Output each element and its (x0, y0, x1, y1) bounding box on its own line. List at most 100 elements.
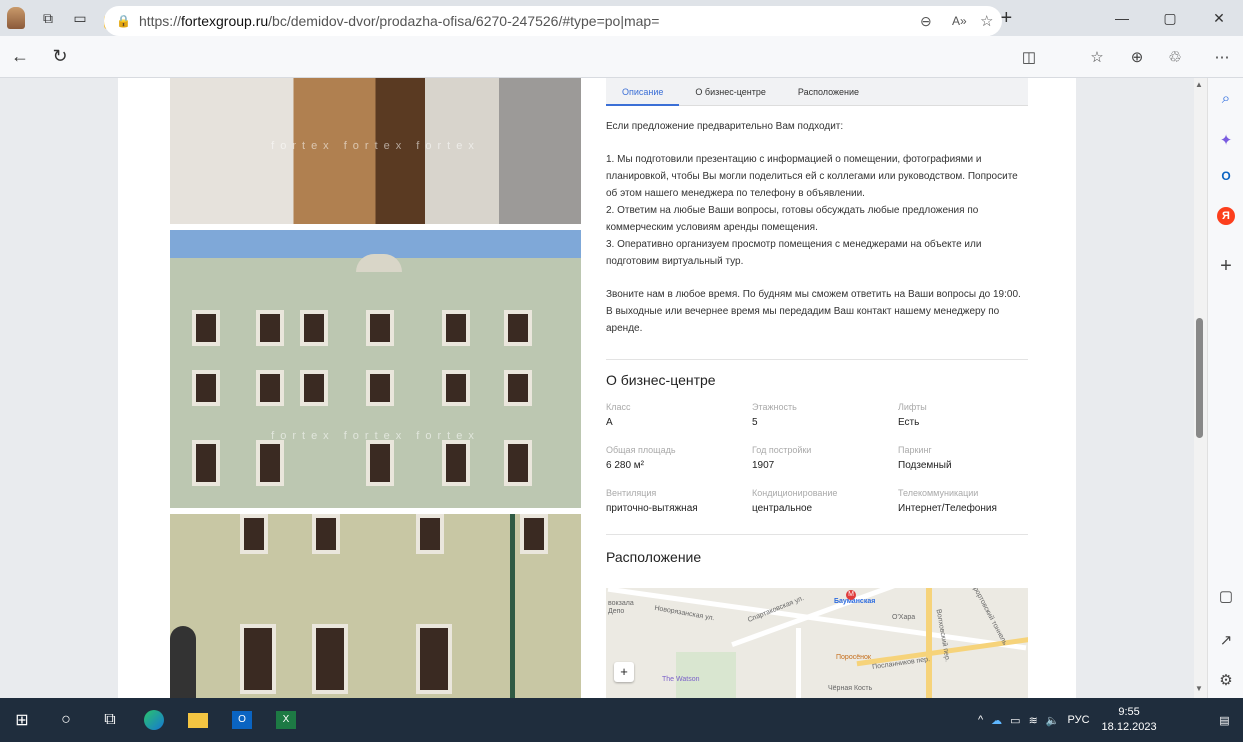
bc-property-value: приточно-вытяжная (606, 503, 698, 514)
tab-actions-icon[interactable]: ▭ (64, 0, 96, 36)
map-label[interactable]: Чёрная Кость (828, 685, 872, 692)
settings-gear-icon[interactable]: ⚙ (1208, 668, 1243, 692)
scroll-down-arrow[interactable]: ▼ (1195, 684, 1203, 693)
page-viewport: fortex fortex fortex fortex fortex forte… (0, 78, 1194, 698)
building-photo-entrance[interactable]: fortex fortex fortex (170, 78, 581, 224)
outlook-taskbar-icon[interactable]: O (220, 698, 264, 742)
taskbar-search-icon[interactable]: ○ (44, 698, 88, 742)
clock-date: 18.12.2023 (1101, 721, 1157, 733)
bc-property-label: Паркинг (898, 445, 932, 455)
tab-location[interactable]: Расположение (782, 78, 875, 106)
avatar (7, 7, 25, 29)
building-photo-facade[interactable]: fortex fortex fortex (170, 230, 581, 508)
more-menu-icon[interactable]: ⋯ (1205, 36, 1239, 78)
bc-section-title: О бизнес-центре (606, 372, 716, 388)
bc-property-value: центральное (752, 503, 813, 514)
description-section: Если предложение предварительно Вам подх… (606, 106, 1028, 337)
edge-taskbar-icon[interactable] (132, 698, 176, 742)
search-icon[interactable]: ⌕ (1208, 86, 1243, 110)
read-aloud-icon[interactable]: A» (952, 14, 967, 28)
building-photo-street[interactable] (170, 514, 581, 698)
notifications-icon[interactable]: ▤ (1206, 698, 1243, 742)
description-point-3: 3. Оперативно организуем просмотр помеще… (606, 239, 982, 267)
profile-avatar[interactable] (0, 0, 32, 36)
open-external-icon[interactable]: ↗ (1208, 628, 1243, 652)
bc-property-value: 6 280 м² (606, 460, 645, 471)
favorite-star-icon[interactable]: ☆ (980, 12, 993, 30)
wifi-icon[interactable]: ≋ (1029, 714, 1038, 727)
onedrive-icon[interactable]: ☁ (991, 714, 1002, 727)
clock-time: 9:55 (1118, 706, 1140, 718)
tab-business-center[interactable]: О бизнес-центре (679, 78, 781, 106)
location-section-title: Расположение (606, 549, 702, 565)
split-screen-icon[interactable]: ◫ (1012, 36, 1046, 78)
yandex-icon[interactable]: Я (1208, 204, 1243, 228)
zoom-icon[interactable]: ⊖ (920, 13, 932, 30)
bc-property-value: Есть (898, 417, 920, 428)
bc-property: Лифты Есть (898, 400, 1028, 432)
task-view-icon[interactable]: ⧉ (88, 698, 132, 742)
back-button[interactable]: ← (0, 36, 40, 78)
url-field[interactable]: 🔒 https://fortexgroup.ru/bc/demidov-dvor… (104, 6, 1002, 36)
bc-property: Телекоммуникации Интернет/Телефония (898, 486, 1028, 518)
page-scrollbar[interactable]: ▲ ▼ (1194, 78, 1207, 698)
close-window-button[interactable]: ✕ (1195, 0, 1243, 36)
favorites-icon[interactable]: ☆ (1080, 36, 1114, 78)
bc-property: Паркинг Подземный (898, 443, 1028, 475)
map-zoom-in-button[interactable]: + (614, 662, 634, 682)
tab-description[interactable]: Описание (606, 78, 680, 106)
bc-property-value: 5 (752, 417, 758, 428)
scroll-up-arrow[interactable]: ▲ (1195, 80, 1203, 89)
bc-property: Вентиляция приточно-вытяжная (606, 486, 752, 518)
sidebar-panel-icon[interactable]: ▢ (1208, 584, 1243, 608)
location-map[interactable]: вокзала Депо Новорязанская ул. Спартаков… (606, 588, 1028, 698)
add-sidebar-app-icon[interactable]: + (1208, 254, 1243, 278)
outlook-icon[interactable]: O (1208, 164, 1243, 188)
map-label: вокзала (608, 600, 634, 607)
map-label: Депо (608, 608, 625, 615)
bc-property-label: Телекоммуникации (898, 488, 979, 498)
battery-icon[interactable]: ▭ (1010, 714, 1020, 727)
divider (606, 534, 1028, 535)
bc-property-label: Кондиционирование (752, 488, 838, 498)
url-prefix: https:// (138, 13, 181, 29)
description-point-2: 2. Ответим на любые Ваши вопросы, готовы… (606, 205, 979, 233)
bc-property-label: Лифты (898, 402, 927, 412)
clock[interactable]: 9:55 18.12.2023 (1102, 705, 1157, 735)
bc-properties: Класс A Этажность 5 Лифты Есть Общая площадь 6 … (606, 400, 1028, 518)
bc-property: Общая площадь 6 280 м² (606, 443, 752, 475)
refresh-button[interactable]: ↻ (40, 36, 80, 78)
bc-property: Кондиционирование центральное (752, 486, 898, 518)
bc-property-label: Этажность (752, 402, 797, 412)
content-tabs: Описание О бизнес-центре Расположение (606, 78, 1028, 106)
page-content: fortex fortex fortex fortex fortex forte… (118, 78, 1076, 698)
excel-taskbar-icon[interactable]: X (264, 698, 308, 742)
bc-property-label: Год постройки (752, 445, 812, 455)
bc-property-value: 1907 (752, 460, 775, 471)
bc-property: Класс A (606, 400, 752, 432)
listing-details: Описание О бизнес-центре Расположение Ес… (606, 78, 1028, 698)
tray-overflow-icon[interactable]: ^ (978, 714, 983, 726)
bc-property-label: Вентиляция (606, 488, 657, 498)
collections-toolbar-icon[interactable]: ⊕ (1120, 36, 1154, 78)
metro-label[interactable]: Бауманская (834, 598, 875, 605)
copilot-icon[interactable]: ✦ (1208, 128, 1243, 152)
volume-icon[interactable]: 🔈 (1046, 714, 1060, 727)
collections-icon[interactable]: ⧉ (32, 0, 64, 36)
restore-button[interactable]: ▢ (1146, 0, 1194, 36)
windows-start-icon[interactable]: ⊞ (0, 698, 44, 742)
map-label[interactable]: The Watson (662, 676, 699, 683)
bc-property: Этажность 5 (752, 400, 898, 432)
language-indicator[interactable]: РУС (1068, 714, 1090, 726)
extensions-icon[interactable]: ♲ (1158, 36, 1192, 78)
map-label[interactable]: Поросёнок (836, 654, 871, 661)
file-explorer-icon[interactable] (176, 698, 220, 742)
system-tray: ^ ☁ ▭ ≋ 🔈 РУС 9:55 18.12.2023 (978, 698, 1157, 742)
map-label[interactable]: О'Хара (892, 614, 915, 621)
map-label: Новорязанская ул. (653, 604, 715, 623)
minimize-button[interactable]: — (1098, 0, 1146, 36)
bc-property: Год постройки 1907 (752, 443, 898, 475)
scrollbar-thumb[interactable] (1196, 318, 1203, 438)
url-path: /bc/demidov-dvor/prodazha-ofisa/6270-247… (268, 13, 660, 29)
metro-icon[interactable]: M (846, 590, 856, 600)
